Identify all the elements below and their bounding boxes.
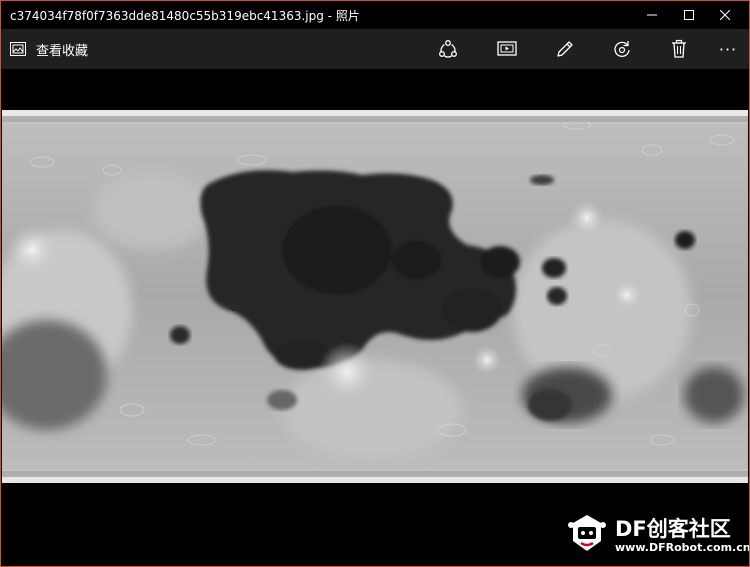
- lunar-map-image: [2, 110, 748, 483]
- photo-toolbar: 查看收藏 ···: [1, 29, 749, 69]
- rotate-button[interactable]: [609, 37, 635, 61]
- edit-pencil-icon: [557, 41, 573, 57]
- delete-button[interactable]: [666, 37, 692, 61]
- share-button[interactable]: [435, 37, 461, 61]
- watermark-url: www.DFRobot.com.cn: [615, 541, 750, 554]
- close-icon: [720, 10, 730, 20]
- dfrobot-watermark: DF创客社区 www.DFRobot.com.cn: [561, 509, 749, 559]
- maximize-icon: [684, 10, 694, 20]
- minimize-icon: [647, 14, 657, 16]
- slideshow-button[interactable]: [494, 37, 520, 61]
- photo-viewer[interactable]: DF创客社区 www.DFRobot.com.cn: [1, 69, 749, 566]
- rotate-icon: [614, 41, 630, 58]
- view-collection-button[interactable]: 查看收藏: [10, 39, 88, 59]
- trash-icon: [672, 39, 686, 58]
- edit-button[interactable]: [552, 37, 578, 61]
- close-button[interactable]: [707, 1, 743, 29]
- view-collection-label: 查看收藏: [36, 43, 89, 59]
- photos-collection-icon: [10, 42, 26, 56]
- watermark-title: DF创客社区: [615, 517, 731, 541]
- window-title: c374034f78f0f7363dde81480c55b319ebc41363…: [10, 9, 360, 23]
- maximize-button[interactable]: [671, 1, 707, 29]
- share-icon: [439, 40, 457, 58]
- dfrobot-logo-icon: [568, 515, 606, 551]
- more-options-label: ···: [718, 39, 738, 59]
- title-bar: c374034f78f0f7363dde81480c55b319ebc41363…: [1, 1, 749, 29]
- more-options-button[interactable]: ···: [715, 37, 741, 61]
- slideshow-icon: [497, 41, 517, 56]
- photos-app-window: c374034f78f0f7363dde81480c55b319ebc41363…: [0, 0, 750, 567]
- minimize-button[interactable]: [634, 1, 670, 29]
